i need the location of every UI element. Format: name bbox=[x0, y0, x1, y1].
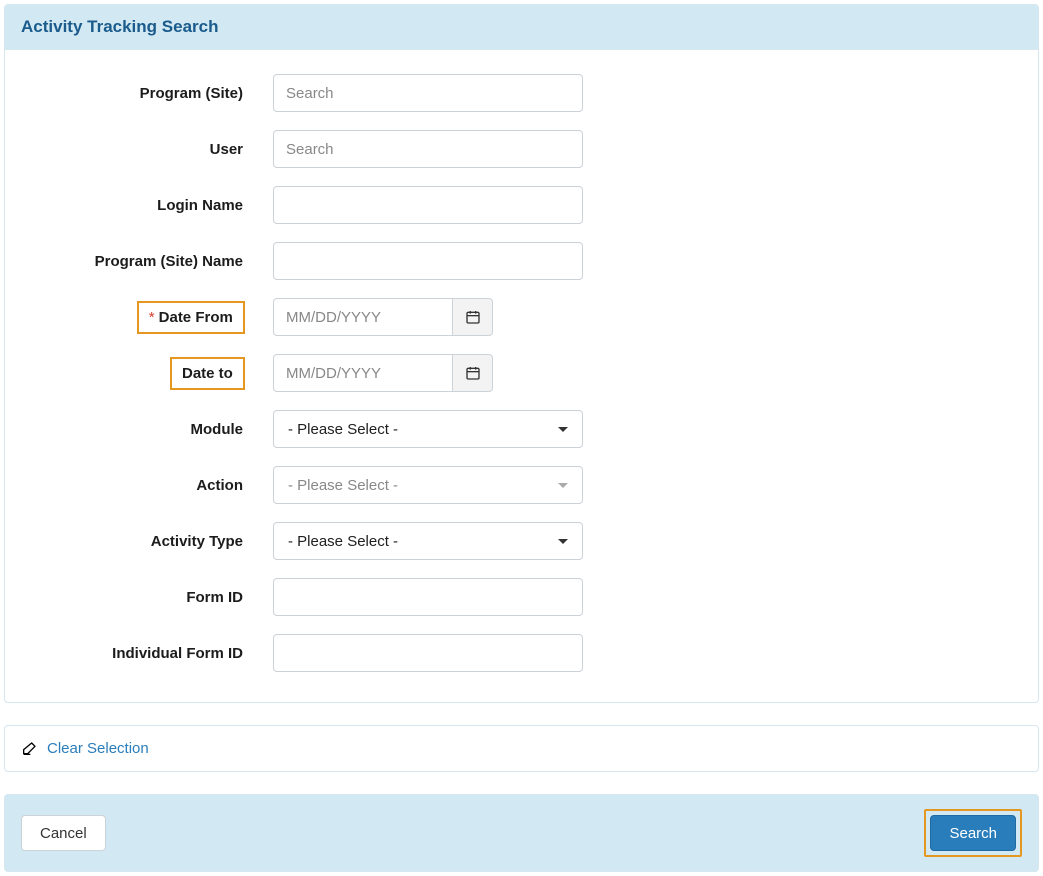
search-panel: Activity Tracking Search Program (Site) … bbox=[4, 4, 1039, 703]
label-module: Module bbox=[25, 421, 273, 438]
form-body: Program (Site) User Login Name Program (… bbox=[5, 50, 1038, 702]
action-select[interactable]: - Please Select - bbox=[273, 466, 583, 504]
label-action: Action bbox=[25, 477, 273, 494]
label-login-name: Login Name bbox=[25, 197, 273, 214]
clear-selection-link[interactable]: Clear Selection bbox=[47, 740, 149, 757]
label-program-site: Program (Site) bbox=[25, 85, 273, 102]
label-user: User bbox=[25, 141, 273, 158]
footer-bar: Cancel Search bbox=[4, 794, 1039, 872]
chevron-down-icon bbox=[558, 539, 568, 544]
calendar-icon bbox=[465, 309, 481, 325]
program-site-name-input[interactable] bbox=[273, 242, 583, 280]
clear-selection-panel: Clear Selection bbox=[4, 725, 1039, 772]
user-input[interactable] bbox=[273, 130, 583, 168]
date-to-picker-button[interactable] bbox=[453, 354, 493, 392]
label-individual-form-id: Individual Form ID bbox=[25, 645, 273, 662]
module-select[interactable]: - Please Select - bbox=[273, 410, 583, 448]
calendar-icon bbox=[465, 365, 481, 381]
program-site-input[interactable] bbox=[273, 74, 583, 112]
required-marker: * bbox=[149, 309, 155, 326]
label-activity-type: Activity Type bbox=[25, 533, 273, 550]
label-date-to: Date to bbox=[25, 357, 273, 390]
label-date-from: *Date From bbox=[25, 301, 273, 334]
form-id-input[interactable] bbox=[273, 578, 583, 616]
label-program-site-name: Program (Site) Name bbox=[25, 253, 273, 270]
chevron-down-icon bbox=[558, 483, 568, 488]
cancel-button[interactable]: Cancel bbox=[21, 815, 106, 851]
panel-title: Activity Tracking Search bbox=[5, 5, 1038, 50]
activity-type-select[interactable]: - Please Select - bbox=[273, 522, 583, 560]
label-form-id: Form ID bbox=[25, 589, 273, 606]
chevron-down-icon bbox=[558, 427, 568, 432]
individual-form-id-input[interactable] bbox=[273, 634, 583, 672]
eraser-icon bbox=[21, 741, 37, 757]
date-from-picker-button[interactable] bbox=[453, 298, 493, 336]
date-from-input[interactable] bbox=[273, 298, 453, 336]
date-to-input[interactable] bbox=[273, 354, 453, 392]
login-name-input[interactable] bbox=[273, 186, 583, 224]
search-button[interactable]: Search bbox=[930, 815, 1016, 851]
